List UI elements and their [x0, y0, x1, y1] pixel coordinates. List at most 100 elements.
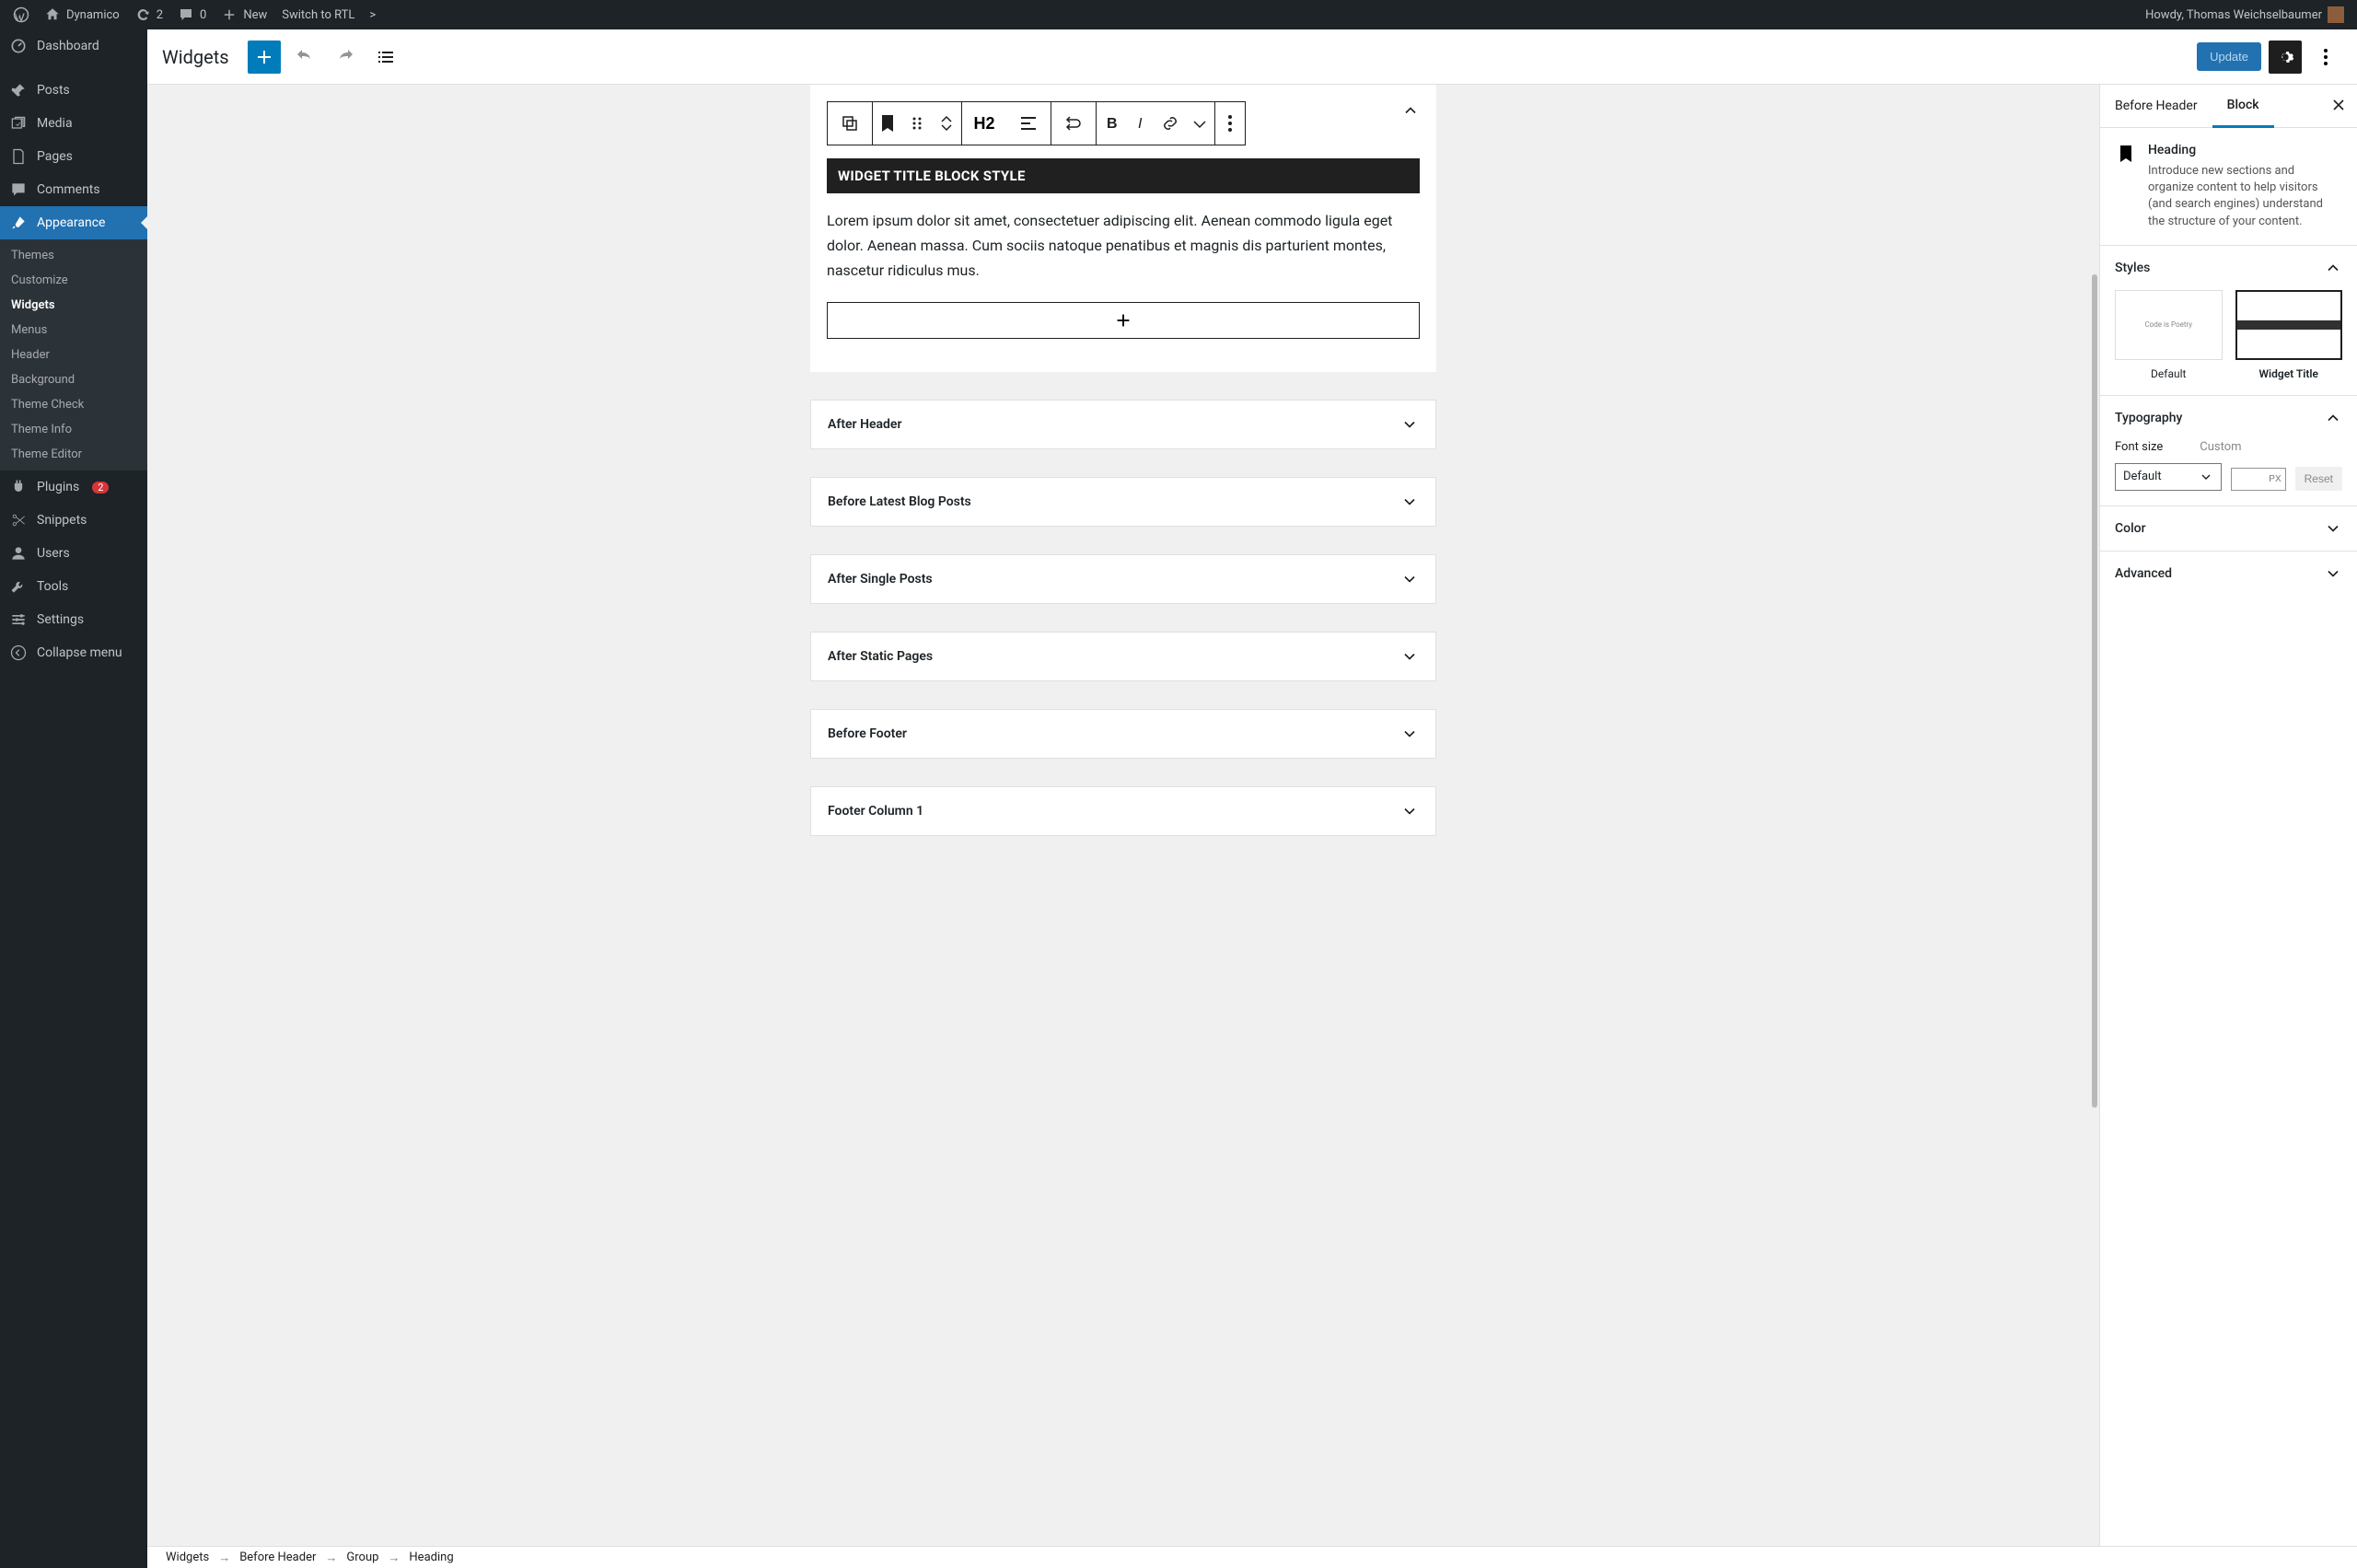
- sub-customize[interactable]: Customize: [0, 268, 147, 293]
- italic-button[interactable]: I: [1126, 102, 1155, 145]
- panel-advanced: Advanced: [2100, 552, 2357, 596]
- align-button[interactable]: [1006, 102, 1051, 145]
- editor-canvas[interactable]: Before Header: [147, 85, 2099, 1546]
- panel-styles-toggle[interactable]: Styles: [2100, 246, 2357, 290]
- block-appender[interactable]: [827, 302, 1420, 339]
- switch-rtl[interactable]: Switch to RTL: [274, 0, 362, 29]
- sub-menus[interactable]: Menus: [0, 318, 147, 343]
- widget-area-collapsed[interactable]: After Single Posts: [810, 554, 1436, 604]
- collapse-icon: [9, 644, 28, 662]
- editor-header: Widgets Update: [147, 29, 2357, 85]
- style-default[interactable]: Code is Poetry Default: [2115, 290, 2223, 380]
- heading-level-button[interactable]: H2: [962, 102, 1006, 145]
- chevron-up-icon[interactable]: [1401, 101, 1420, 120]
- sidebar-item-posts[interactable]: Posts: [0, 74, 147, 107]
- scrollbar[interactable]: [2090, 85, 2099, 1546]
- site-name-label: Dynamico: [66, 8, 120, 22]
- redo-button[interactable]: [329, 41, 362, 74]
- sidebar-item-pages[interactable]: Pages: [0, 140, 147, 173]
- sub-theme-info[interactable]: Theme Info: [0, 417, 147, 442]
- new-content[interactable]: New: [214, 0, 274, 29]
- style-widget-title[interactable]: Widget Title: [2235, 290, 2343, 380]
- page-title: Widgets: [162, 46, 229, 68]
- more-formatting-button[interactable]: [1185, 102, 1214, 145]
- add-block-button[interactable]: [248, 41, 281, 74]
- tab-area[interactable]: Before Header: [2100, 86, 2212, 126]
- drag-handle[interactable]: [902, 102, 932, 145]
- undo-button[interactable]: [288, 41, 321, 74]
- sidebar-item-appearance[interactable]: Appearance: [0, 206, 147, 239]
- area-title: After Header: [828, 417, 902, 432]
- area-title: Before Latest Blog Posts: [828, 494, 971, 509]
- reset-button[interactable]: Reset: [2295, 467, 2342, 491]
- area-title: Before Footer: [828, 726, 907, 741]
- options-button[interactable]: [2309, 41, 2342, 74]
- block-description: Introduce new sections and organize cont…: [2148, 163, 2342, 230]
- panel-color-toggle[interactable]: Color: [2100, 506, 2357, 551]
- wp-logo[interactable]: [6, 0, 37, 29]
- font-size-select[interactable]: Default: [2115, 463, 2222, 491]
- close-inspector-button[interactable]: [2329, 96, 2348, 114]
- widget-area-collapsed[interactable]: After Header: [810, 400, 1436, 449]
- sub-header[interactable]: Header: [0, 343, 147, 367]
- chevron-down-icon: [1400, 725, 1419, 743]
- bold-button[interactable]: B: [1097, 102, 1126, 145]
- sub-theme-editor[interactable]: Theme Editor: [0, 442, 147, 467]
- chevron-down-icon: [1400, 493, 1419, 511]
- comments-bar[interactable]: 0: [170, 0, 214, 29]
- new-label: New: [243, 8, 267, 22]
- sidebar-item-dashboard[interactable]: Dashboard: [0, 29, 147, 63]
- comment-icon: [178, 6, 194, 23]
- sidebar-item-tools[interactable]: Tools: [0, 570, 147, 603]
- sub-widgets[interactable]: Widgets: [0, 293, 147, 318]
- list-view-button[interactable]: [369, 41, 402, 74]
- widget-area-collapsed[interactable]: Footer Column 1: [810, 786, 1436, 836]
- admin-sidebar: Dashboard Posts Media Pages Comments A: [0, 29, 147, 1568]
- transform-button[interactable]: [1051, 102, 1096, 145]
- sidebar-item-users[interactable]: Users: [0, 537, 147, 570]
- update-button[interactable]: Update: [2197, 42, 2261, 71]
- adminbar-arrow[interactable]: >: [362, 0, 383, 29]
- scissors-icon: [9, 511, 28, 529]
- panel-typography-toggle[interactable]: Typography: [2100, 396, 2357, 440]
- comments-count: 0: [200, 8, 206, 22]
- sidebar-collapse[interactable]: Collapse menu: [0, 636, 147, 669]
- heading-block[interactable]: WIDGET TITLE BLOCK STYLE: [827, 158, 1420, 193]
- move-button[interactable]: [932, 102, 961, 145]
- inspector-tabs: Before Header Block: [2100, 85, 2357, 128]
- chevron-down-icon: [1400, 802, 1419, 820]
- greeting-text: Howdy, Thomas Weichselbaumer: [2145, 8, 2322, 22]
- widget-area-collapsed[interactable]: Before Latest Blog Posts: [810, 477, 1436, 527]
- sub-themes[interactable]: Themes: [0, 243, 147, 268]
- panel-advanced-toggle[interactable]: Advanced: [2100, 552, 2357, 596]
- sub-background[interactable]: Background: [0, 367, 147, 392]
- site-name[interactable]: Dynamico: [37, 0, 127, 29]
- select-parent-button[interactable]: [828, 102, 872, 145]
- panel-typography: Typography Font size Custom Default: [2100, 396, 2357, 506]
- panel-color: Color: [2100, 506, 2357, 552]
- crumb-item[interactable]: Before Header: [239, 1551, 316, 1564]
- updates-count: 2: [157, 8, 163, 22]
- sidebar-item-media[interactable]: Media: [0, 107, 147, 140]
- paragraph-block[interactable]: Lorem ipsum dolor sit amet, consectetuer…: [827, 208, 1420, 284]
- crumb-item[interactable]: Heading: [409, 1551, 453, 1564]
- crumb-item[interactable]: Widgets: [166, 1551, 209, 1564]
- updates[interactable]: 2: [127, 0, 170, 29]
- block-type-button[interactable]: [873, 102, 902, 145]
- sidebar-item-comments[interactable]: Comments: [0, 173, 147, 206]
- block-options-button[interactable]: [1215, 102, 1245, 145]
- sidebar-item-plugins[interactable]: Plugins 2: [0, 470, 147, 504]
- user-greeting[interactable]: Howdy, Thomas Weichselbaumer: [2138, 0, 2351, 29]
- settings-button[interactable]: [2269, 41, 2302, 74]
- link-button[interactable]: [1155, 102, 1185, 145]
- crumb-item[interactable]: Group: [346, 1551, 378, 1564]
- plugins-badge: 2: [92, 482, 109, 494]
- custom-size-input[interactable]: [2231, 468, 2286, 491]
- inspector-sidebar: Before Header Block Heading Introduce ne…: [2099, 85, 2357, 1546]
- sidebar-item-settings[interactable]: Settings: [0, 603, 147, 636]
- tab-block[interactable]: Block: [2212, 85, 2274, 128]
- widget-area-collapsed[interactable]: After Static Pages: [810, 632, 1436, 681]
- sub-theme-check[interactable]: Theme Check: [0, 392, 147, 417]
- sidebar-item-snippets[interactable]: Snippets: [0, 504, 147, 537]
- widget-area-collapsed[interactable]: Before Footer: [810, 709, 1436, 759]
